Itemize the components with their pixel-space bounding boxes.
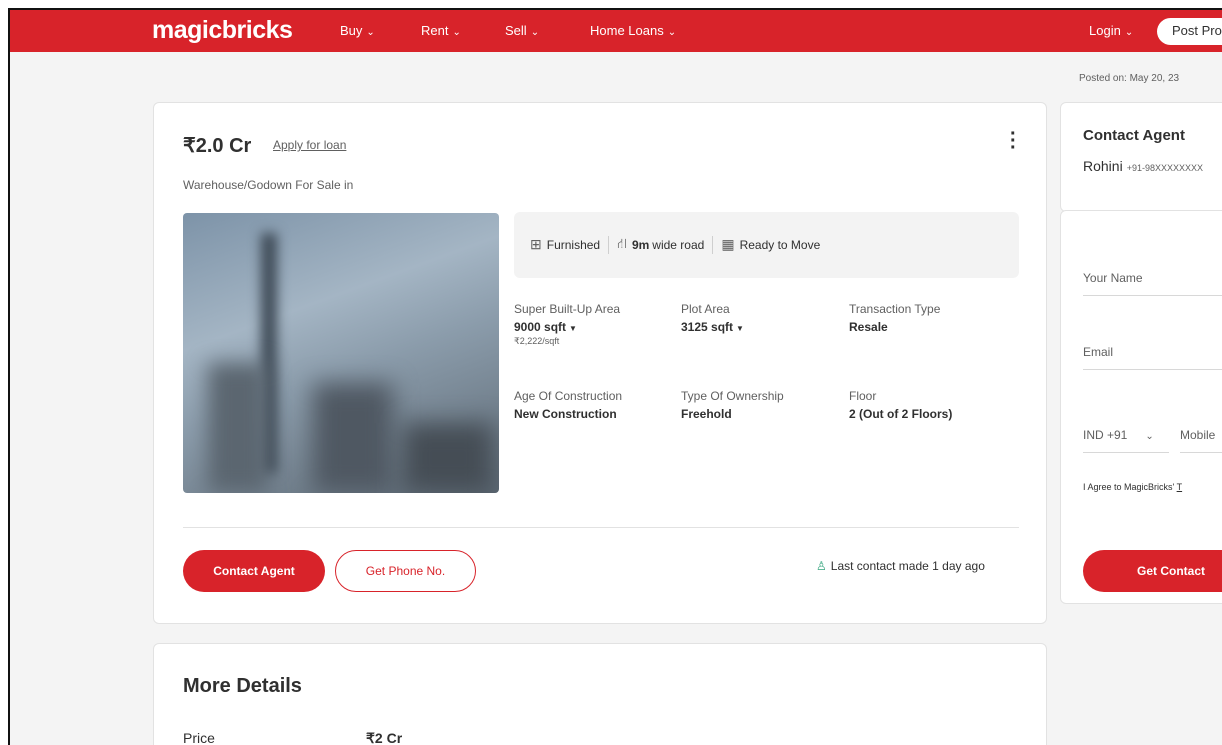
age-label: Age Of Construction: [514, 389, 623, 403]
more-details-card: More Details Price ₹2 Cr: [153, 643, 1047, 745]
name-field[interactable]: Your Name: [1083, 271, 1222, 296]
last-contact-text: Last contact made 1 day ago: [830, 559, 985, 573]
mobile-field[interactable]: Mobile: [1180, 428, 1222, 453]
chevron-down-icon: ⌄: [530, 27, 540, 38]
road-width-value: 9m: [631, 237, 650, 252]
ownership-value: Freehold: [681, 407, 732, 421]
login-label: Login: [1089, 23, 1121, 38]
country-code-value: IND +91: [1083, 428, 1128, 442]
listing-price: ₹2.0 Cr: [183, 135, 252, 157]
listing-card: ₹2.0 Cr Apply for loan · · · Warehouse/God…: [153, 102, 1047, 624]
price-per-sqft: ₹2,222/sqft: [514, 336, 560, 346]
feature-summary: ⊞ Furnished ⛙ 9m wide road ▦ Ready to Mo…: [514, 212, 1019, 278]
login-menu[interactable]: Login ⌄: [1089, 23, 1133, 38]
terms-link[interactable]: T: [1177, 482, 1183, 492]
nav-sell[interactable]: Sell ⌄: [505, 23, 539, 38]
magicbricks-logo[interactable]: magicbricks: [152, 16, 293, 45]
plot-area-value: 3125 sqft: [681, 320, 734, 334]
contact-agent-title: Contact Agent: [1083, 127, 1185, 144]
plot-area: Plot Area 3125 sqft ▼: [681, 302, 744, 334]
plot-area-label: Plot Area: [681, 302, 730, 316]
agent-phone: +91-98XXXXXXXX: [1126, 163, 1204, 173]
possession-status: Ready to Move: [739, 237, 821, 252]
floor: Floor 2 (Out of 2 Floors): [849, 389, 952, 421]
floor-value: 2 (Out of 2 Floors): [849, 407, 953, 421]
chevron-down-icon: ⌄: [667, 27, 677, 38]
get-phone-button[interactable]: Get Phone No.: [335, 550, 476, 592]
nav-home-loans-label: Home Loans: [590, 23, 664, 38]
get-contact-button[interactable]: Get Contact: [1083, 550, 1222, 592]
top-nav-bar: magicbricks Buy ⌄ Rent ⌄ Sell ⌄ Home Loans ⌄…: [10, 10, 1222, 52]
super-area-value: 9000 sqft: [514, 320, 567, 334]
email-field[interactable]: Email: [1083, 345, 1222, 370]
post-property-button[interactable]: Post Pro: [1157, 18, 1222, 45]
ownership-label: Type Of Ownership: [681, 389, 784, 403]
transaction-type-label: Transaction Type: [849, 302, 941, 316]
nav-rent[interactable]: Rent ⌄: [421, 23, 461, 38]
transaction-type: Transaction Type Resale: [849, 302, 940, 334]
country-code-select[interactable]: IND +91 ⌄: [1083, 428, 1169, 453]
contact-form: Your Name Email IND +91 ⌄ Mobile I Agree …: [1060, 210, 1222, 604]
ownership-type: Type Of Ownership Freehold: [681, 389, 784, 421]
chevron-down-icon: ⌄: [1145, 431, 1154, 442]
property-photo[interactable]: [183, 213, 499, 493]
building-icon: ▦: [721, 236, 735, 252]
nav-buy[interactable]: Buy ⌄: [340, 23, 375, 38]
furnished-label: Furnished: [546, 237, 601, 252]
age-value: New Construction: [514, 407, 617, 421]
contact-agent-card: Contact Agent Rohini +91-98XXXXXXXX: [1060, 102, 1222, 212]
terms-agreement: I Agree to MagicBricks' T: [1083, 482, 1182, 492]
nav-buy-label: Buy: [340, 23, 363, 38]
age-of-construction: Age Of Construction New Construction: [514, 389, 622, 421]
apply-for-loan-link[interactable]: Apply for loan: [273, 138, 346, 152]
posted-on-date: Posted on: May 20, 23: [1079, 73, 1180, 84]
furniture-icon: ⊞: [530, 236, 542, 252]
caret-down-icon: ▼: [736, 324, 744, 333]
contact-agent-button[interactable]: Contact Agent: [183, 550, 325, 592]
agent-name: Rohini: [1083, 158, 1123, 174]
road-width-label: wide road: [652, 237, 705, 252]
chevron-down-icon: ⌄: [1124, 27, 1134, 38]
frame-border-top: [8, 8, 1222, 10]
user-icon: ♙: [816, 559, 827, 573]
plot-area-value-row[interactable]: 3125 sqft ▼: [681, 320, 744, 334]
last-contact-info: ♙ Last contact made 1 day ago: [816, 559, 985, 573]
nav-sell-label: Sell: [505, 23, 527, 38]
road-icon: ⛙: [617, 235, 627, 251]
chevron-down-icon: ⌄: [452, 27, 461, 38]
agent-info: Rohini +91-98XXXXXXXX: [1083, 158, 1203, 174]
floor-label: Floor: [849, 389, 877, 403]
more-details-title: More Details: [183, 675, 302, 697]
frame-border-left: [8, 8, 10, 745]
super-area-value-row[interactable]: 9000 sqft ▼: [514, 320, 620, 334]
chevron-down-icon: ⌄: [366, 27, 375, 38]
caret-down-icon: ▼: [569, 324, 577, 333]
transaction-type-value: Resale: [849, 320, 888, 334]
more-price-value: ₹2 Cr: [366, 730, 403, 745]
more-options-icon[interactable]: · · ·: [1010, 124, 1018, 158]
more-price-label: Price: [183, 730, 215, 745]
nav-rent-label: Rent: [421, 23, 449, 38]
super-area: Super Built-Up Area 9000 sqft ▼ ₹2,222/sq…: [514, 302, 620, 347]
browser-frame: magicbricks Buy ⌄ Rent ⌄ Sell ⌄ Home Loans ⌄…: [0, 0, 1222, 745]
page: magicbricks Buy ⌄ Rent ⌄ Sell ⌄ Home Loans ⌄…: [10, 10, 1222, 745]
nav-home-loans[interactable]: Home Loans ⌄: [590, 23, 676, 38]
listing-subtitle: Warehouse/Godown For Sale in: [183, 178, 354, 192]
agree-text: I Agree to MagicBricks': [1083, 482, 1175, 492]
super-area-label: Super Built-Up Area: [514, 302, 621, 316]
divider: [183, 527, 1019, 528]
